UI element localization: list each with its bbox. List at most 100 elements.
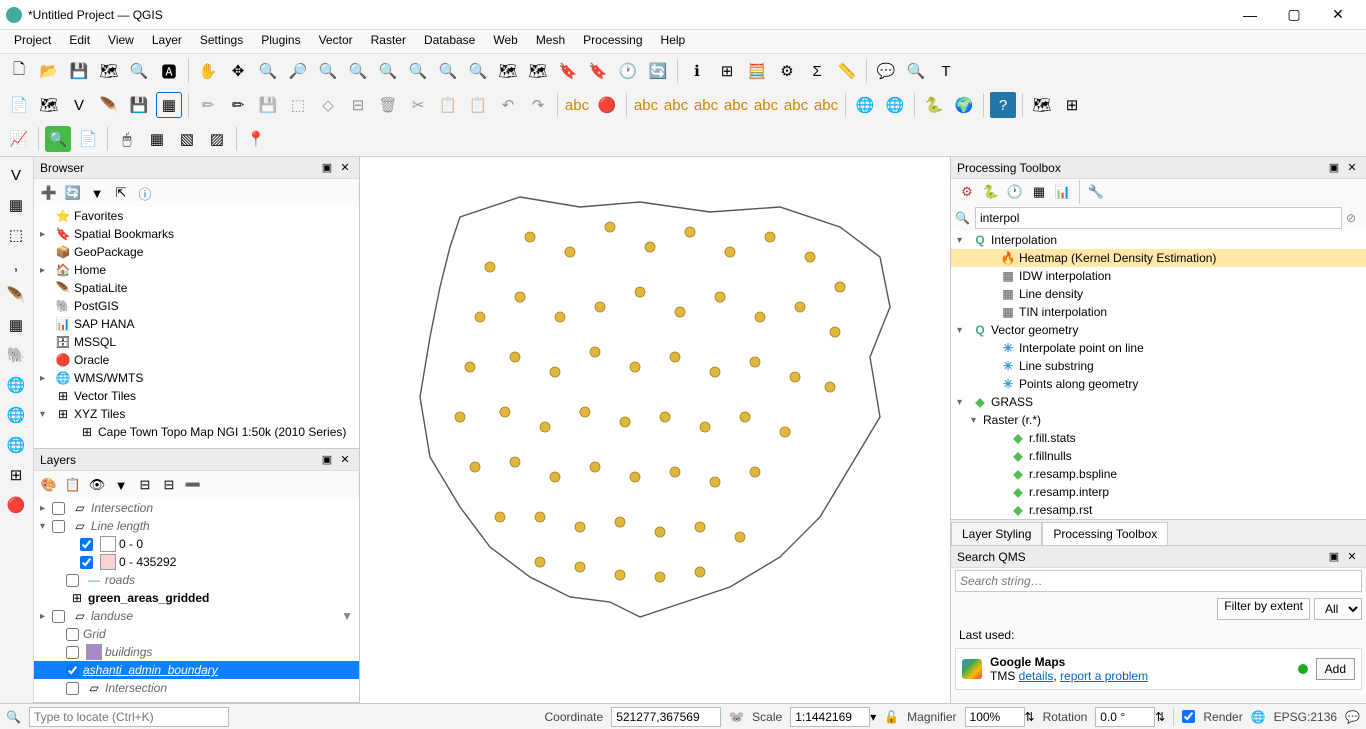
qms-add-button[interactable]: Add: [1316, 658, 1355, 680]
collapse-all-icon[interactable]: ⊟: [158, 474, 180, 496]
browser-item[interactable]: 📦GeoPackage: [34, 243, 359, 261]
render-checkbox[interactable]: [1182, 710, 1195, 723]
add-delimited-text-icon[interactable]: ,: [2, 251, 30, 279]
layer-visibility-checkbox[interactable]: [66, 628, 79, 641]
style-manager-icon[interactable]: 🅰: [156, 58, 182, 84]
menu-processing[interactable]: Processing: [575, 30, 650, 53]
deselect-icon[interactable]: ▧: [174, 126, 200, 152]
browser-item[interactable]: 🪶SpatiaLite: [34, 279, 359, 297]
save-edits-icon[interactable]: 💾: [255, 92, 281, 118]
scale-dropdown-icon[interactable]: ▾: [870, 710, 876, 724]
rotation-stepper[interactable]: ⇅: [1155, 710, 1165, 724]
coordinate-input[interactable]: [611, 707, 721, 727]
magnifier-stepper[interactable]: ⇅: [1025, 710, 1035, 724]
toolbox-item[interactable]: ▾◆GRASS: [951, 393, 1366, 411]
grass-region-icon[interactable]: ⊞: [1059, 92, 1085, 118]
identify-icon[interactable]: ℹ: [684, 58, 710, 84]
toolbox-item[interactable]: ▾Raster (r.*): [951, 411, 1366, 429]
rotation-input[interactable]: [1095, 707, 1155, 727]
toolbox-item[interactable]: ✳Points along geometry: [951, 375, 1366, 393]
plugins-globe-icon[interactable]: 🌍: [951, 92, 977, 118]
menu-layer[interactable]: Layer: [144, 30, 190, 53]
layer-item[interactable]: ▱Intersection: [34, 679, 359, 697]
new-spatialite-icon[interactable]: 💾: [126, 92, 152, 118]
label-show-icon[interactable]: abc: [693, 92, 719, 118]
layer-visibility-checkbox[interactable]: [52, 520, 65, 533]
minimize-button[interactable]: —: [1228, 1, 1272, 29]
label-change-icon[interactable]: abc: [783, 92, 809, 118]
filter-by-extent-button[interactable]: Filter by extent: [1217, 598, 1310, 620]
browser-item[interactable]: ⭐Favorites: [34, 207, 359, 225]
crs-label[interactable]: EPSG:2136: [1274, 710, 1337, 724]
layer-visibility-checkbox[interactable]: [52, 610, 65, 623]
pan-to-selection-icon[interactable]: ✥: [225, 58, 251, 84]
paste-icon[interactable]: 📋: [465, 92, 491, 118]
web-globe-icon[interactable]: 🌐: [852, 92, 878, 118]
zoom-next-icon[interactable]: 🔍: [465, 58, 491, 84]
layers-tree[interactable]: ▸▱Intersection▾▱Line length0 - 00 - 4352…: [34, 499, 359, 702]
map-canvas[interactable]: [360, 157, 950, 703]
annotation-icon[interactable]: 🔍: [903, 58, 929, 84]
menu-raster[interactable]: Raster: [363, 30, 414, 53]
processing-toolbox-icon[interactable]: ⚙: [774, 58, 800, 84]
select-by-value-icon[interactable]: ▦: [144, 126, 170, 152]
attribute-table-icon[interactable]: ⊞: [714, 58, 740, 84]
filter-all-select[interactable]: All: [1314, 598, 1362, 620]
delete-selected-icon[interactable]: 🗑: [375, 92, 401, 118]
edit-pencil-icon[interactable]: ✏: [195, 92, 221, 118]
menu-mesh[interactable]: Mesh: [528, 30, 573, 53]
toolbox-item[interactable]: ◆r.resamp.rst: [951, 501, 1366, 519]
lock-scale-icon[interactable]: 🔓: [884, 710, 899, 724]
browser-item[interactable]: ▾⊞XYZ Tiles: [34, 405, 359, 423]
toolbox-item[interactable]: ◆r.resamp.interp: [951, 483, 1366, 501]
layer-visibility-checkbox[interactable]: [66, 574, 79, 587]
zoom-full-icon[interactable]: 🔍: [345, 58, 371, 84]
quick-osm-icon[interactable]: 🔍: [45, 126, 71, 152]
filter-browser-icon[interactable]: ▼: [86, 182, 108, 204]
manage-visibility-icon[interactable]: 👁: [86, 474, 108, 496]
measure-icon[interactable]: 📏: [834, 58, 860, 84]
toolbox-item[interactable]: ▾QInterpolation: [951, 231, 1366, 249]
open-project-icon[interactable]: 📂: [36, 58, 62, 84]
add-postgis-icon[interactable]: 🐘: [2, 341, 30, 369]
diagram-tool-icon[interactable]: 🔴: [594, 92, 620, 118]
tab-processing-toolbox[interactable]: Processing Toolbox: [1042, 522, 1168, 545]
expand-all-icon[interactable]: ⊟: [134, 474, 156, 496]
toolbox-item[interactable]: ◆r.fill.stats: [951, 429, 1366, 447]
add-layer-icon[interactable]: ➕: [38, 182, 60, 204]
close-panel-button[interactable]: ✕: [1344, 160, 1360, 176]
remove-layer-icon[interactable]: ➖: [182, 474, 204, 496]
results-viewer-icon[interactable]: 📊: [1053, 182, 1073, 202]
cut-icon[interactable]: ✂: [405, 92, 431, 118]
layer-visibility-checkbox[interactable]: [80, 538, 93, 551]
grass-tools-icon[interactable]: 🗺: [1029, 92, 1055, 118]
add-spatialite-icon[interactable]: 🪶: [2, 281, 30, 309]
zoom-selection-icon[interactable]: 🔍: [375, 58, 401, 84]
layer-item[interactable]: —roads: [34, 571, 359, 589]
close-panel-button[interactable]: ✕: [1344, 549, 1360, 565]
add-mesh-layer-icon[interactable]: ⬚: [2, 221, 30, 249]
label-unpin-icon[interactable]: abc: [663, 92, 689, 118]
close-button[interactable]: ✕: [1316, 1, 1360, 29]
layer-visibility-checkbox[interactable]: [66, 646, 79, 659]
messages-icon[interactable]: 💬: [1345, 710, 1360, 724]
browser-tree[interactable]: ⭐Favorites▸🔖Spatial Bookmarks📦GeoPackage…: [34, 207, 359, 448]
browser-item[interactable]: 🗄MSSQL: [34, 333, 359, 351]
add-wms-icon[interactable]: 🌐: [2, 371, 30, 399]
undo-icon[interactable]: ↶: [495, 92, 521, 118]
browser-item[interactable]: ⊞Cape Town Topo Map NGI 1:50k (2010 Seri…: [34, 423, 359, 441]
menu-settings[interactable]: Settings: [192, 30, 251, 53]
menu-plugins[interactable]: Plugins: [253, 30, 308, 53]
edit-in-place-icon[interactable]: ▦: [1029, 182, 1049, 202]
statistics-icon[interactable]: Σ: [804, 58, 830, 84]
vertex-tool-icon[interactable]: ◇: [315, 92, 341, 118]
toolbox-item[interactable]: ◆r.fillnulls: [951, 447, 1366, 465]
add-raster-icon[interactable]: 🗺: [36, 92, 62, 118]
layer-visibility-checkbox[interactable]: [66, 682, 79, 695]
layer-style-icon[interactable]: 🎨: [38, 474, 60, 496]
browser-item[interactable]: 🔴Oracle: [34, 351, 359, 369]
layer-visibility-checkbox[interactable]: [52, 502, 65, 515]
qms-search-input[interactable]: [955, 570, 1362, 592]
menu-help[interactable]: Help: [653, 30, 694, 53]
browser-item[interactable]: ▸🌐WMS/WMTS: [34, 369, 359, 387]
